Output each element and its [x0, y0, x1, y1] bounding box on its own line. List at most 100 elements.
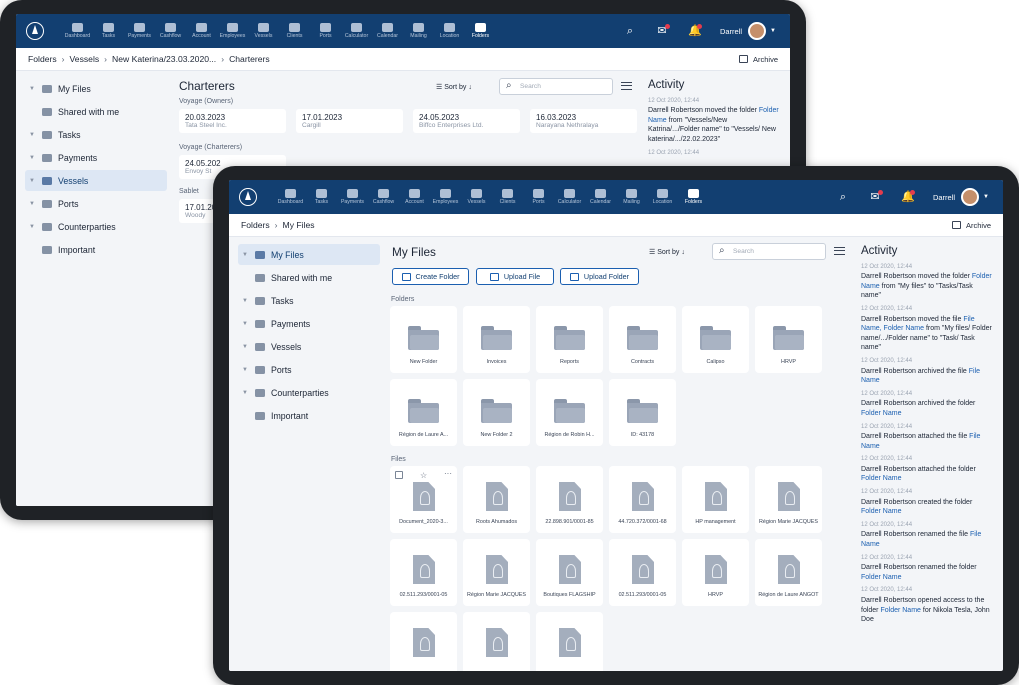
chevron-down-icon[interactable]: ▼	[29, 224, 37, 230]
folder-tile[interactable]: ID: 43178	[609, 379, 676, 446]
folder-tile[interactable]: HRVP	[755, 306, 822, 373]
star-icon[interactable]: ☆	[420, 471, 427, 480]
file-tile[interactable]: 44.720.372/0001-68	[609, 466, 676, 533]
list-view-icon[interactable]	[621, 82, 632, 90]
chevron-down-icon[interactable]: ▼	[242, 367, 250, 373]
chevron-down-icon[interactable]: ▼	[29, 178, 37, 184]
avatar[interactable]	[748, 22, 767, 40]
sidebar-item-counterparties[interactable]: ▼ Counterparties	[25, 216, 167, 237]
nav-item-dashboard[interactable]: Dashboard	[62, 22, 93, 40]
nav-item-ports[interactable]: Ports	[523, 188, 554, 206]
mail-icon[interactable]: ✉	[656, 24, 670, 37]
chevron-down-icon[interactable]: ▼	[242, 344, 250, 350]
more-icon[interactable]: ···	[444, 469, 452, 478]
activity-link[interactable]: Folder Name	[880, 607, 920, 614]
file-tile[interactable]	[463, 612, 530, 671]
charterer-card[interactable]: 24.05.2023 Biffco Enterprises Ltd.	[413, 109, 520, 133]
sidebar-item-vessels[interactable]: ▼ Vessels	[238, 336, 380, 357]
nav-item-folders[interactable]: Folders	[465, 22, 496, 40]
nav-item-location[interactable]: Location	[647, 188, 678, 206]
chevron-down-icon[interactable]: ▼	[242, 390, 250, 396]
ship-logo-icon[interactable]	[26, 22, 44, 40]
nav-item-employees[interactable]: Employees	[217, 22, 248, 40]
file-tile[interactable]: Région Marie JACQUES	[755, 466, 822, 533]
breadcrumb-item[interactable]: Folders	[28, 54, 57, 64]
nav-item-mailing[interactable]: Mailing	[616, 188, 647, 206]
file-tile[interactable]: Région Marie JACQUES	[463, 539, 530, 606]
mail-icon[interactable]: ✉	[869, 190, 883, 203]
file-tile[interactable]: ☆ ··· Document_2020-3...	[390, 466, 457, 533]
nav-item-calculator[interactable]: Calculator	[554, 188, 585, 206]
sidebar-item-counterparties[interactable]: ▼ Counterparties	[238, 382, 380, 403]
nav-item-tasks[interactable]: Tasks	[306, 188, 337, 206]
chevron-down-icon[interactable]: ▼	[29, 132, 37, 138]
nav-item-dashboard[interactable]: Dashboard	[275, 188, 306, 206]
list-view-icon[interactable]	[834, 247, 845, 255]
sidebar-item-tasks[interactable]: ▼ Tasks	[238, 290, 380, 311]
activity-link[interactable]: Folder Name	[861, 574, 901, 581]
sidebar-item-payments[interactable]: ▼ Payments	[25, 147, 167, 168]
select-checkbox[interactable]	[395, 471, 403, 479]
charterer-card[interactable]: 17.01.2023 Cargill	[296, 109, 403, 133]
file-tile[interactable]: Boutiques FLAGSHIP	[536, 539, 603, 606]
chevron-down-icon[interactable]: ▼	[983, 194, 989, 200]
upload-folder-button[interactable]: Upload Folder	[560, 268, 639, 285]
ship-logo-icon[interactable]	[239, 188, 257, 206]
bell-icon[interactable]: 🔔	[901, 190, 915, 203]
file-tile[interactable]: HP management	[682, 466, 749, 533]
chevron-down-icon[interactable]: ▼	[29, 201, 37, 207]
sort-button[interactable]: ☰ Sort by ↓	[436, 83, 472, 91]
file-tile[interactable]: Roots Ahumados	[463, 466, 530, 533]
folder-tile[interactable]: New Folder	[390, 306, 457, 373]
file-tile[interactable]: HRVP	[682, 539, 749, 606]
nav-item-account[interactable]: Account	[399, 188, 430, 206]
chevron-down-icon[interactable]: ▼	[29, 86, 37, 92]
sidebar-item-ports[interactable]: ▼ Ports	[238, 359, 380, 380]
nav-item-clients[interactable]: Clients	[279, 22, 310, 40]
activity-link[interactable]: Folder Name	[861, 410, 901, 417]
activity-link[interactable]: Folder Name	[861, 508, 901, 515]
nav-item-vessels[interactable]: Vessels	[461, 188, 492, 206]
user-name[interactable]: Darrell	[720, 27, 742, 36]
nav-item-calculator[interactable]: Calculator	[341, 22, 372, 40]
nav-item-cashflow[interactable]: Cashflow	[155, 22, 186, 40]
file-tile[interactable]: Région de Laure ANGOT	[755, 539, 822, 606]
search-input[interactable]: Search	[712, 243, 826, 260]
nav-item-ports[interactable]: Ports	[310, 22, 341, 40]
upload-file-button[interactable]: Upload File	[476, 268, 554, 285]
nav-item-location[interactable]: Location	[434, 22, 465, 40]
chevron-down-icon[interactable]: ▼	[242, 321, 250, 327]
chevron-down-icon[interactable]: ▼	[242, 252, 250, 258]
activity-link[interactable]: Folder Name	[861, 475, 901, 482]
nav-item-account[interactable]: Account	[186, 22, 217, 40]
sidebar-item-shared-with-me[interactable]: Shared with me	[25, 101, 167, 122]
breadcrumb-item[interactable]: Vessels	[70, 54, 100, 64]
sidebar-item-important[interactable]: Important	[238, 405, 380, 426]
avatar[interactable]	[961, 188, 980, 206]
nav-item-payments[interactable]: Payments	[124, 22, 155, 40]
search-icon[interactable]: ⌕	[837, 191, 849, 203]
chevron-down-icon[interactable]: ▼	[29, 155, 37, 161]
folder-tile[interactable]: New Folder 2	[463, 379, 530, 446]
nav-item-vessels[interactable]: Vessels	[248, 22, 279, 40]
folder-tile[interactable]: Invoices	[463, 306, 530, 373]
folder-tile[interactable]: Contracts	[609, 306, 676, 373]
sort-button[interactable]: ☰ Sort by ↓	[649, 248, 685, 256]
breadcrumb-item[interactable]: Folders	[241, 220, 270, 230]
sidebar-item-my-files[interactable]: ▼ My Files	[25, 78, 167, 99]
folder-tile[interactable]: Région de Robin H...	[536, 379, 603, 446]
sidebar-item-vessels[interactable]: ▼ Vessels	[25, 170, 167, 191]
archive-button[interactable]: Archive	[738, 55, 778, 64]
file-tile[interactable]	[390, 612, 457, 671]
user-name[interactable]: Darrell	[933, 193, 955, 202]
file-tile[interactable]: 22.898.901/0001-85	[536, 466, 603, 533]
nav-item-calendar[interactable]: Calendar	[585, 188, 616, 206]
nav-item-calendar[interactable]: Calendar	[372, 22, 403, 40]
folder-tile[interactable]: Région de Laure A...	[390, 379, 457, 446]
create-folder-button[interactable]: Create Folder	[392, 268, 469, 285]
nav-item-folders[interactable]: Folders	[678, 188, 709, 206]
sidebar-item-tasks[interactable]: ▼ Tasks	[25, 124, 167, 145]
nav-item-employees[interactable]: Employees	[430, 188, 461, 206]
chevron-down-icon[interactable]: ▼	[770, 28, 776, 34]
sidebar-item-my-files[interactable]: ▼ My Files	[238, 244, 380, 265]
